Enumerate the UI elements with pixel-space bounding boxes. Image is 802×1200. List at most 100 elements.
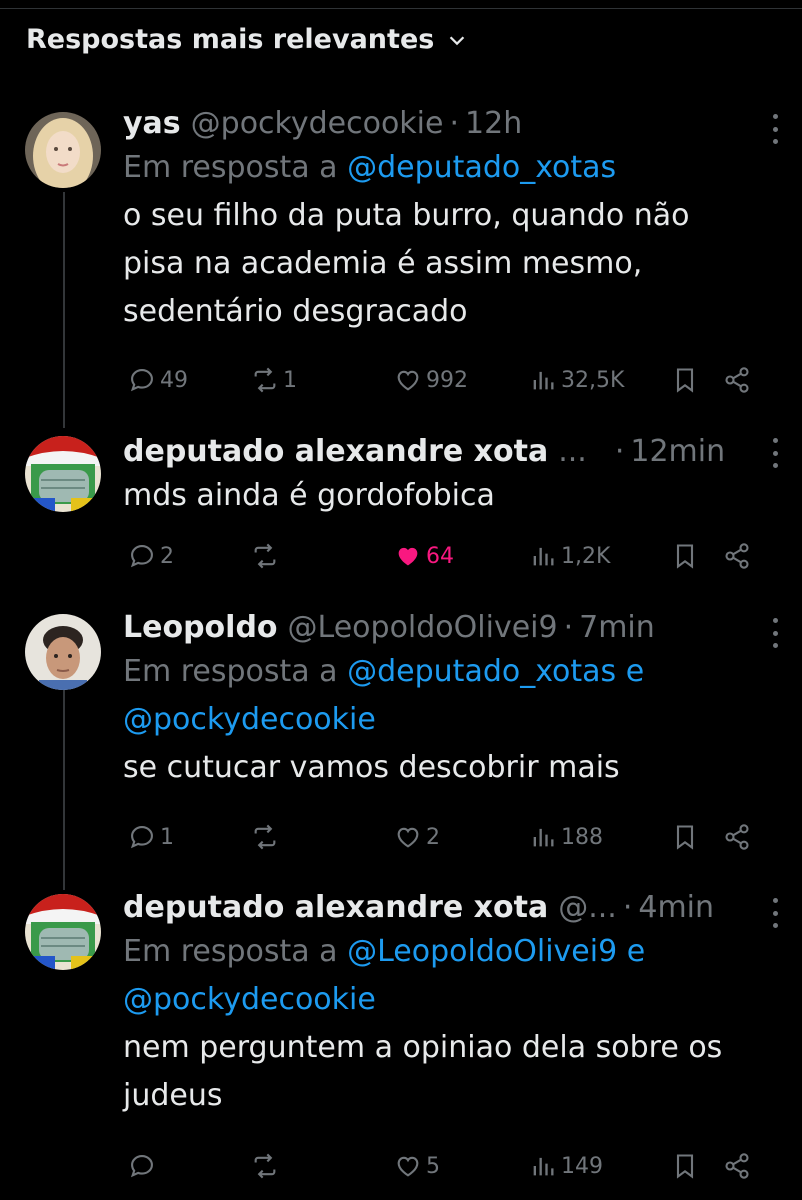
timestamp[interactable]: 12min	[630, 432, 725, 472]
share-icon	[725, 367, 749, 393]
text-line: judeus	[123, 1078, 223, 1113]
reply-button[interactable]	[128, 1152, 251, 1180]
more-options-icon[interactable]	[770, 618, 780, 648]
views-button[interactable]: 188	[529, 823, 671, 851]
view-count: 32,5K	[561, 367, 625, 393]
mention-link[interactable]: @LeopoldoOlivei9 e	[347, 934, 645, 969]
views-icon	[533, 547, 554, 566]
reply-count: 2	[160, 543, 174, 569]
share-icon	[725, 543, 749, 569]
views-button[interactable]: 32,5K	[529, 366, 671, 394]
views-icon	[533, 828, 554, 847]
like-button[interactable]: 64	[394, 542, 529, 570]
timestamp[interactable]: 7min	[579, 608, 655, 648]
thread-line	[63, 690, 65, 890]
reply-button[interactable]: 2	[128, 542, 251, 570]
post-header: yas @pockydecookie · 12h	[123, 104, 762, 144]
reply-count: 49	[160, 367, 188, 393]
mention-link[interactable]: @pockydecookie	[123, 976, 762, 1024]
user-handle[interactable]: @pockydecookie	[191, 104, 444, 144]
reply-prefix: Em resposta a	[123, 150, 338, 185]
user-handle[interactable]: ...	[558, 432, 587, 472]
repost-button[interactable]	[251, 823, 394, 851]
text-line: mds ainda é gordofobica	[123, 478, 495, 513]
share-button[interactable]	[723, 1152, 751, 1180]
share-button[interactable]	[723, 542, 751, 570]
post-text: se cutucar vamos descobrir mais	[123, 744, 762, 792]
views-button[interactable]: 1,2K	[529, 542, 671, 570]
bookmark-button[interactable]	[671, 366, 723, 394]
post-text: nem perguntem a opiniao dela sobre os ju…	[123, 1024, 762, 1120]
like-count: 2	[426, 824, 440, 850]
repost-icon	[254, 543, 276, 569]
bookmark-button[interactable]	[671, 823, 723, 851]
more-options-icon[interactable]	[770, 438, 780, 468]
view-count: 149	[561, 1153, 603, 1179]
post-header: deputado alexandre xota @... · 4min	[123, 888, 762, 928]
reply-count: 1	[160, 824, 174, 850]
like-button[interactable]: 992	[394, 366, 529, 394]
like-button[interactable]: 5	[394, 1152, 529, 1180]
repost-button[interactable]: 1	[251, 366, 394, 394]
text-line: nem perguntem a opiniao dela sobre os	[123, 1030, 723, 1065]
views-button[interactable]: 149	[529, 1152, 671, 1180]
mention-link[interactable]: @pockydecookie	[123, 696, 762, 744]
view-count: 1,2K	[561, 543, 611, 569]
reply-icon	[130, 545, 153, 568]
avatar[interactable]	[25, 614, 101, 690]
display-name[interactable]: yas	[123, 104, 181, 144]
mention-link[interactable]: @deputado_xotas e	[347, 654, 644, 689]
text-line: se cutucar vamos descobrir mais	[123, 750, 620, 785]
post-text: o seu filho da puta burro, quando não pi…	[123, 192, 762, 336]
sort-label: Respostas mais relevantes	[26, 24, 435, 55]
like-count: 5	[426, 1153, 440, 1179]
avatar[interactable]	[25, 436, 101, 512]
thread-line	[63, 192, 65, 428]
post-text: mds ainda é gordofobica	[123, 472, 762, 520]
repost-button[interactable]	[251, 1152, 394, 1180]
avatar[interactable]	[25, 894, 101, 970]
share-button[interactable]	[723, 823, 751, 851]
reply-button[interactable]: 49	[128, 366, 251, 394]
separator-dot: ·	[563, 610, 574, 645]
display-name[interactable]: Leopoldo	[123, 608, 278, 648]
view-count: 188	[561, 824, 603, 850]
bookmark-icon	[676, 825, 694, 850]
like-count: 64	[426, 543, 454, 569]
timestamp[interactable]: 4min	[638, 888, 714, 928]
reply-icon	[130, 369, 153, 392]
post-header: Leopoldo @LeopoldoOlivei9 · 7min	[123, 608, 762, 648]
mention-link[interactable]: @deputado_xotas	[347, 150, 616, 185]
repost-count: 1	[283, 367, 297, 393]
repost-icon	[254, 824, 276, 850]
bookmark-button[interactable]	[671, 542, 723, 570]
text-line: sedentário desgracado	[123, 294, 468, 329]
repost-icon	[254, 1153, 276, 1179]
reply-context: Em resposta a @deputado_xotas e @pockyde…	[123, 648, 762, 744]
heart-icon	[397, 827, 419, 848]
bookmark-icon	[676, 368, 694, 393]
reply-button[interactable]: 1	[128, 823, 251, 851]
sort-dropdown[interactable]: Respostas mais relevantes	[26, 24, 468, 55]
more-options-icon[interactable]	[770, 898, 780, 928]
reply-icon	[130, 1155, 153, 1178]
more-options-icon[interactable]	[770, 114, 780, 144]
heart-filled-icon	[398, 547, 418, 566]
reply-context: Em resposta a @LeopoldoOlivei9 e @pockyd…	[123, 928, 762, 1024]
repost-icon	[254, 367, 276, 393]
like-button[interactable]: 2	[394, 823, 529, 851]
share-button[interactable]	[723, 366, 751, 394]
post-header: deputado alexandre xota ... · 12min	[123, 432, 762, 472]
user-handle[interactable]: @LeopoldoOlivei9	[288, 608, 558, 648]
reply-prefix: Em resposta a	[123, 934, 338, 969]
heart-icon	[397, 370, 419, 391]
display-name[interactable]: deputado alexandre xota	[123, 888, 548, 928]
reply-prefix: Em resposta a	[123, 654, 338, 689]
bookmark-button[interactable]	[671, 1152, 723, 1180]
display-name[interactable]: deputado alexandre xota	[123, 432, 548, 472]
timestamp[interactable]: 12h	[465, 104, 522, 144]
top-divider	[0, 8, 802, 9]
repost-button[interactable]	[251, 542, 394, 570]
avatar[interactable]	[25, 112, 101, 188]
user-handle[interactable]: @...	[558, 888, 617, 928]
